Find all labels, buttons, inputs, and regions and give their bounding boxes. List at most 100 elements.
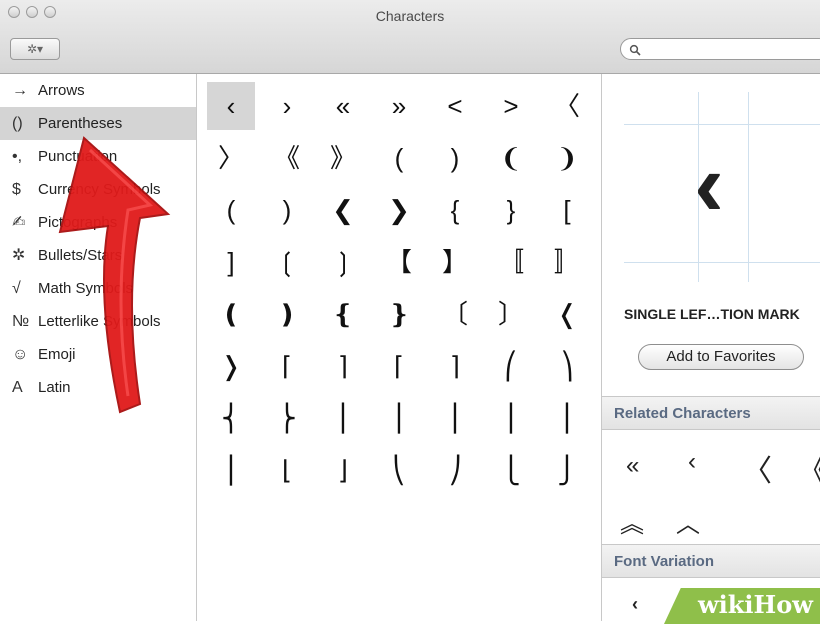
character-cell[interactable]: ⎬ xyxy=(263,394,311,442)
character-cell[interactable]: ⎪ xyxy=(375,394,423,442)
character-cell[interactable]: ❨ xyxy=(487,134,535,182)
sidebar-item-label: Letterlike Symbols xyxy=(38,313,161,330)
character-cell[interactable]: 】 xyxy=(431,238,479,286)
sidebar-item-label: Punctuation xyxy=(38,148,118,165)
sidebar-item-label: Arrows xyxy=(38,82,85,99)
character-cell[interactable]: > xyxy=(487,82,535,130)
search-input[interactable] xyxy=(620,38,820,60)
character-cell[interactable]: ⎩ xyxy=(487,446,535,494)
character-cell[interactable]: ❴ xyxy=(319,290,367,338)
character-cell[interactable]: 》 xyxy=(319,134,367,182)
gear-icon: ✲▾ xyxy=(26,42,44,56)
character-cell[interactable]: 〔 xyxy=(431,290,479,338)
character-cell[interactable]: ) xyxy=(263,186,311,234)
character-cell[interactable]: 〕 xyxy=(487,290,535,338)
related-char[interactable]: ︿ xyxy=(676,504,700,539)
category-icon: № xyxy=(12,313,30,330)
character-cell[interactable]: ⌊ xyxy=(263,446,311,494)
window-title: Characters xyxy=(375,8,445,24)
sidebar-item-bullets-stars[interactable]: ✲ Bullets/Stars xyxy=(0,239,196,272)
related-char[interactable]: ‹ xyxy=(688,448,696,476)
character-cell[interactable]: ❲ xyxy=(263,238,311,286)
sidebar-item-parentheses[interactable]: () Parentheses xyxy=(0,107,196,140)
character-cell[interactable]: ‹ xyxy=(207,82,255,130)
character-cell[interactable]: 〛 xyxy=(543,238,591,286)
character-cell[interactable]: ❮ xyxy=(319,186,367,234)
character-cell[interactable]: ⎪ xyxy=(487,394,535,442)
sidebar-item-math-symbols[interactable]: √ Math Symbols xyxy=(0,272,196,305)
character-cell[interactable]: ⎪ xyxy=(431,394,479,442)
character-cell[interactable]: 〈 xyxy=(543,82,591,130)
character-cell[interactable]: ⌉ xyxy=(431,342,479,390)
character-cell[interactable]: ⎠ xyxy=(431,446,479,494)
character-cell[interactable]: ( xyxy=(375,134,423,182)
sidebar-item-label: Bullets/Stars xyxy=(38,247,123,264)
character-cell[interactable]: ⌈ xyxy=(375,342,423,390)
character-cell[interactable]: ⌈ xyxy=(263,342,311,390)
character-cell[interactable]: ⎞ xyxy=(543,342,591,390)
variation-glyph[interactable]: ‹ xyxy=(632,594,638,615)
related-char[interactable]: « xyxy=(626,452,639,480)
character-cell[interactable]: ( xyxy=(207,186,255,234)
category-icon: () xyxy=(12,115,23,132)
character-cell[interactable]: ⎪ xyxy=(543,394,591,442)
category-icon: → xyxy=(12,82,28,99)
sidebar-item-label: Parentheses xyxy=(38,115,123,132)
character-cell[interactable]: » xyxy=(375,82,423,130)
character-cell[interactable]: ⎛ xyxy=(487,342,535,390)
character-cell[interactable]: ❭ xyxy=(207,342,255,390)
title-bar: Characters ✲▾ xyxy=(0,0,820,74)
category-icon: •, xyxy=(12,148,23,165)
character-cell[interactable]: ❬ xyxy=(543,290,591,338)
character-cell[interactable]: ⌉ xyxy=(319,342,367,390)
sidebar-item-label: Math Symbols xyxy=(38,280,134,297)
character-cell[interactable]: 〚 xyxy=(487,238,535,286)
sidebar-item-pictographs[interactable]: ✍ Pictographs xyxy=(0,206,196,239)
sidebar-item-emoji[interactable]: ☺ Emoji xyxy=(0,338,196,371)
sidebar-item-arrows[interactable]: → Arrows xyxy=(0,74,196,107)
character-cell[interactable]: } xyxy=(487,186,535,234)
category-icon: A xyxy=(12,379,23,396)
character-cell[interactable]: { xyxy=(431,186,479,234)
character-cell[interactable]: ⎨ xyxy=(207,394,255,442)
character-cell[interactable]: ) xyxy=(431,134,479,182)
character-cell[interactable]: < xyxy=(431,82,479,130)
character-cell[interactable]: 〉 xyxy=(207,134,255,182)
category-icon: $ xyxy=(12,181,21,198)
character-cell[interactable]: 《 xyxy=(263,134,311,182)
character-cell[interactable]: ❪ xyxy=(207,290,255,338)
sidebar-item-punctuation[interactable]: •, Punctuation xyxy=(0,140,196,173)
sidebar-item-label: Currency Symbols xyxy=(38,181,161,198)
character-cell[interactable]: 【 xyxy=(375,238,423,286)
related-char[interactable]: 〈 xyxy=(742,446,772,490)
character-preview: ‹ xyxy=(624,92,820,282)
sidebar-item-letterlike-symbols[interactable]: № Letterlike Symbols xyxy=(0,305,196,338)
character-cell[interactable]: [ xyxy=(543,186,591,234)
details-panel: ‹ SINGLE LEF…TION MARK Add to Favorites … xyxy=(601,74,820,621)
font-variation-header: Font Variation xyxy=(602,544,820,578)
character-cell[interactable]: ⌋ xyxy=(319,446,367,494)
character-cell[interactable]: ❩ xyxy=(543,134,591,182)
character-cell[interactable]: ❫ xyxy=(263,290,311,338)
character-cell[interactable]: ⎪ xyxy=(207,446,255,494)
sidebar-item-label: Pictographs xyxy=(38,214,118,231)
action-menu-button[interactable]: ✲▾ xyxy=(10,38,60,60)
add-to-favorites-button[interactable]: Add to Favorites xyxy=(638,344,804,370)
related-characters-header: Related Characters xyxy=(602,396,820,430)
related-char[interactable]: 《 xyxy=(798,446,820,490)
search-icon xyxy=(629,44,641,56)
character-cell[interactable]: ❵ xyxy=(375,290,423,338)
character-cell[interactable]: ❳ xyxy=(319,238,367,286)
sidebar-item-currency-symbols[interactable]: $ Currency Symbols xyxy=(0,173,196,206)
related-char[interactable]: ︽ xyxy=(620,504,644,539)
sidebar-item-latin[interactable]: A Latin xyxy=(0,371,196,404)
preview-glyph: ‹ xyxy=(694,135,724,235)
character-cell[interactable]: « xyxy=(319,82,367,130)
character-cell[interactable]: ⎝ xyxy=(375,446,423,494)
character-cell[interactable]: › xyxy=(263,82,311,130)
category-icon: ☺ xyxy=(12,346,29,363)
character-cell[interactable]: ⎭ xyxy=(543,446,591,494)
character-cell[interactable]: ⎪ xyxy=(319,394,367,442)
character-cell[interactable]: ❯ xyxy=(375,186,423,234)
character-cell[interactable]: ] xyxy=(207,238,255,286)
